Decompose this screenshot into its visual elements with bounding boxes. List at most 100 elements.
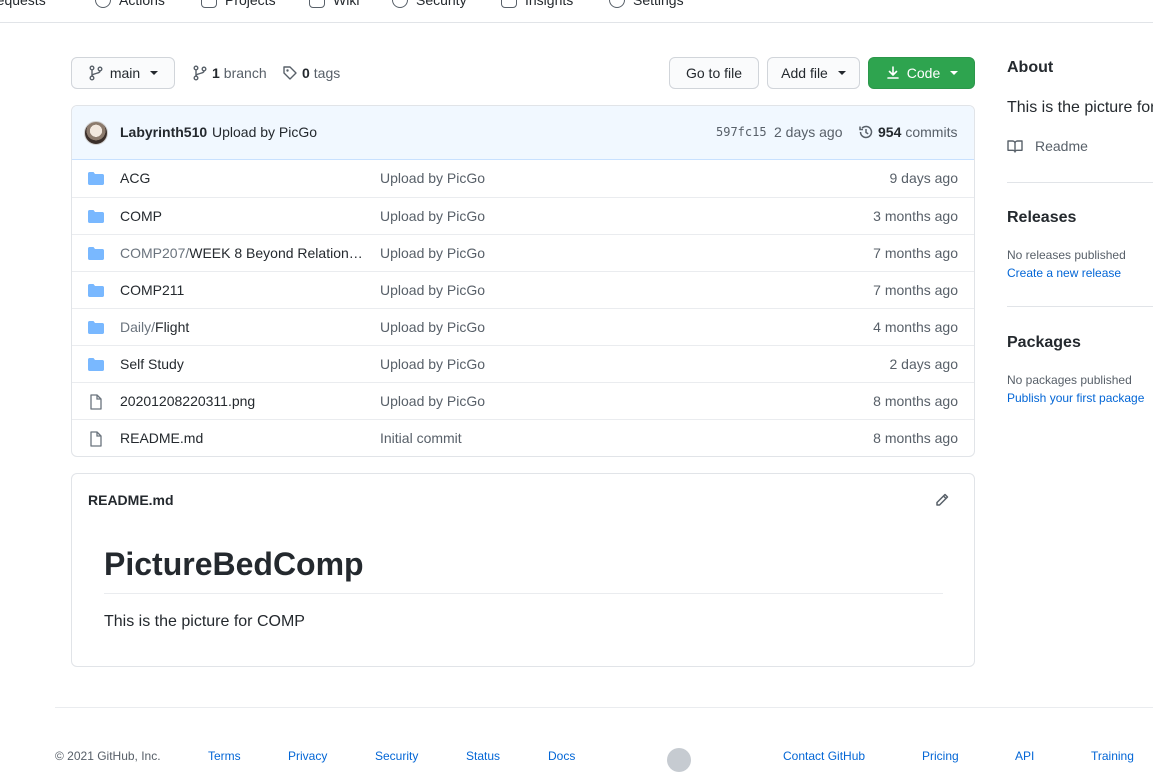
divider: [1007, 306, 1153, 307]
tags-link[interactable]: 0 tags: [282, 62, 340, 84]
footer-link-security[interactable]: Security: [375, 749, 418, 763]
folder-icon: [88, 209, 104, 225]
history-icon: [859, 125, 873, 139]
code-button[interactable]: Code: [868, 57, 975, 89]
book-icon: [309, 0, 325, 8]
file-age: 2 days ago: [889, 356, 959, 372]
file-name: COMP211: [120, 282, 185, 298]
avatar[interactable]: [84, 121, 108, 145]
branch-label: branch: [223, 65, 267, 81]
file-age: 4 months ago: [873, 319, 958, 335]
tag-label: tags: [313, 65, 341, 81]
path-prefix: Daily/: [120, 319, 156, 335]
footer-link-training[interactable]: Training: [1091, 749, 1134, 763]
tab-label: Projects: [225, 0, 276, 8]
file-name: WEEK 8 Beyond Relational Databases: [189, 245, 365, 261]
chevron-down-icon: [150, 71, 159, 75]
file-commit-message-link[interactable]: Initial commit: [380, 430, 462, 446]
file-row[interactable]: 20201208220311.png Upload by PicGo 8 month…: [72, 382, 974, 419]
file-age: 9 days ago: [889, 170, 959, 186]
file-name-link[interactable]: COMP211: [120, 282, 365, 298]
file-row[interactable]: COMP211 Upload by PicGo 7 months ago: [72, 271, 974, 308]
chevron-down-icon: [837, 71, 846, 75]
project-icon: [201, 0, 217, 8]
file-commit-message-link[interactable]: Upload by PicGo: [380, 208, 485, 224]
go-to-file-label: Go to file: [685, 65, 743, 81]
readme-link-label: Readme: [1035, 138, 1088, 154]
latest-commit-bar: Labyrinth510 Upload by PicGo 597fc15 2 d…: [72, 106, 974, 160]
file-commit-message-link[interactable]: Upload by PicGo: [380, 393, 485, 409]
file-commit-message-link[interactable]: Upload by PicGo: [380, 356, 485, 372]
file-browser: Labyrinth510 Upload by PicGo 597fc15 2 d…: [71, 105, 975, 457]
commit-count-label: commits: [905, 124, 958, 140]
file-name: Flight: [155, 319, 190, 335]
add-file-label: Add file: [781, 65, 828, 81]
commit-author-link[interactable]: Labyrinth510: [120, 124, 207, 140]
branches-link[interactable]: 1 branch: [192, 62, 267, 84]
footer-link-status[interactable]: Status: [466, 749, 500, 763]
commit-sha-link[interactable]: 597fc15: [716, 125, 767, 139]
tab-security[interactable]: Security: [392, 0, 467, 12]
file-name-link[interactable]: COMP207/WEEK 8 Beyond Relational Databas…: [120, 245, 365, 261]
file-name: README.md: [120, 430, 204, 446]
tab-wiki[interactable]: Wiki: [309, 0, 359, 12]
git-branch-icon: [89, 65, 103, 81]
footer-link-contact[interactable]: Contact GitHub: [783, 749, 865, 763]
footer-link-terms[interactable]: Terms: [208, 749, 241, 763]
go-to-file-button[interactable]: Go to file: [669, 57, 759, 89]
tab-label: Settings: [633, 0, 684, 8]
readme-link[interactable]: Readme: [1007, 138, 1088, 154]
github-logo-icon[interactable]: [667, 748, 691, 772]
file-row[interactable]: Daily/Flight Upload by PicGo 4 months ago: [72, 308, 974, 345]
tab-actions[interactable]: Actions: [95, 0, 165, 12]
tab-pull-requests[interactable]: requests: [0, 0, 46, 12]
file-age: 7 months ago: [873, 245, 958, 261]
add-file-button[interactable]: Add file: [767, 57, 860, 89]
footer-link-api[interactable]: API: [1015, 749, 1034, 763]
tab-insights[interactable]: Insights: [501, 0, 573, 12]
commit-message-link[interactable]: Upload by PicGo: [212, 124, 317, 140]
footer-link-pricing[interactable]: Pricing: [922, 749, 959, 763]
footer-link-privacy[interactable]: Privacy: [288, 749, 327, 763]
tab-label: requests: [0, 0, 46, 8]
file-name-link[interactable]: README.md: [120, 430, 365, 446]
readme-body: This is the picture for COMP: [104, 613, 305, 630]
readme-filename: README.md: [88, 492, 174, 508]
tag-icon: [283, 66, 297, 80]
file-name: COMP: [120, 208, 162, 224]
tab-settings[interactable]: Settings: [609, 0, 684, 12]
footer-divider: [55, 707, 1153, 708]
commits-link[interactable]: 954 commits: [858, 124, 957, 140]
file-row[interactable]: COMP207/WEEK 8 Beyond Relational Databas…: [72, 234, 974, 271]
file-row[interactable]: COMP Upload by PicGo 3 months ago: [72, 197, 974, 234]
file-commit-message-link[interactable]: Upload by PicGo: [380, 319, 485, 335]
footer-link-docs[interactable]: Docs: [548, 749, 575, 763]
file-row[interactable]: ACG Upload by PicGo 9 days ago: [72, 160, 974, 197]
folder-icon: [88, 171, 104, 187]
tab-projects[interactable]: Projects: [201, 0, 276, 12]
file-name-link[interactable]: ACG: [120, 170, 365, 186]
pencil-icon[interactable]: [934, 492, 950, 508]
folder-icon: [88, 320, 104, 336]
file-age: 8 months ago: [873, 393, 958, 409]
file-name-link[interactable]: Daily/Flight: [120, 319, 365, 335]
file-name-link[interactable]: Self Study: [120, 356, 365, 372]
publish-package-link[interactable]: Publish your first package: [1007, 391, 1144, 405]
commit-time: 2 days ago: [774, 124, 843, 140]
create-release-link[interactable]: Create a new release: [1007, 266, 1121, 280]
file-name-link[interactable]: 20201208220311.png: [120, 393, 365, 409]
file-icon: [88, 431, 104, 447]
branch-select-button[interactable]: main: [71, 57, 175, 89]
readme-panel: README.md PictureBedComp This is the pic…: [71, 473, 975, 667]
file-commit-message-link[interactable]: Upload by PicGo: [380, 282, 485, 298]
releases-status: No releases published: [1007, 248, 1126, 262]
file-row[interactable]: Self Study Upload by PicGo 2 days ago: [72, 345, 974, 382]
file-row[interactable]: README.md Initial commit 8 months ago: [72, 419, 974, 456]
tab-label: Insights: [525, 0, 574, 8]
play-icon: [95, 0, 111, 8]
file-commit-message-link[interactable]: Upload by PicGo: [380, 245, 485, 261]
file-name-link[interactable]: COMP: [120, 208, 365, 224]
file-name: ACG: [120, 170, 151, 186]
file-age: 3 months ago: [873, 208, 958, 224]
file-commit-message-link[interactable]: Upload by PicGo: [380, 170, 485, 186]
